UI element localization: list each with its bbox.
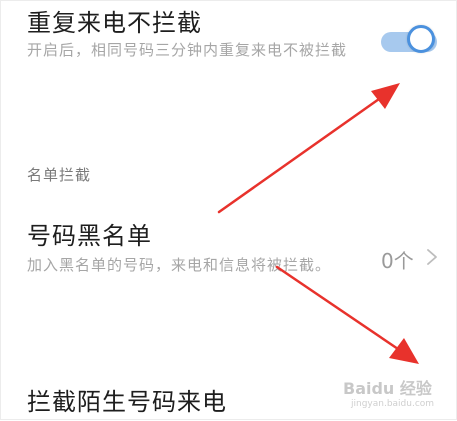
watermark-url: jingyan.baidu.com	[351, 399, 435, 409]
settings-screen: 重复来电不拦截 开启后，相同号码三分钟内重复来电不被拦截 名单拦截 号码黑名单 …	[0, 0, 457, 420]
baidu-watermark: Baidu 经验 jingyan.baidu.com	[337, 373, 447, 417]
section-header-list-blocking: 名单拦截	[27, 166, 92, 184]
toggle-knob	[407, 25, 435, 53]
annotation-arrow-icon	[217, 83, 400, 214]
repeat-call-setting[interactable]: 重复来电不拦截 开启后，相同号码三分钟内重复来电不被拦截	[1, 1, 457, 101]
repeat-call-toggle[interactable]	[377, 25, 439, 57]
blacklist-count: 0个	[381, 249, 414, 273]
stranger-block-title: 拦截陌生号码来电	[27, 388, 227, 416]
repeat-call-description: 开启后，相同号码三分钟内重复来电不被拦截	[27, 41, 348, 59]
blacklist-description: 加入黑名单的号码，来电和信息将被拦截。	[27, 256, 332, 274]
blacklist-title: 号码黑名单	[27, 222, 152, 250]
watermark-brand: Baidu 经验	[343, 379, 432, 398]
repeat-call-title: 重复来电不拦截	[27, 9, 202, 37]
chevron-right-icon[interactable]	[425, 247, 439, 267]
